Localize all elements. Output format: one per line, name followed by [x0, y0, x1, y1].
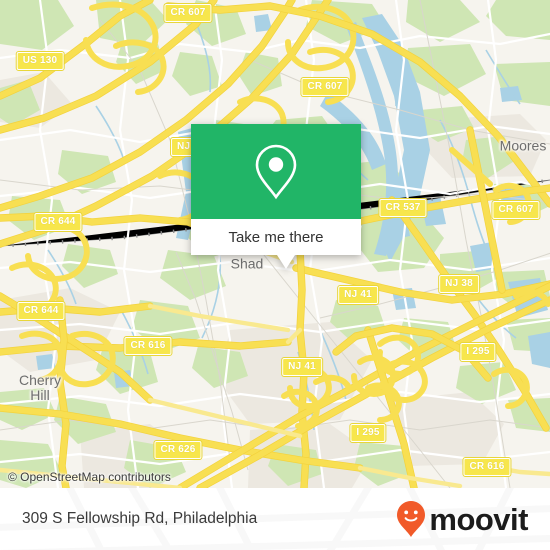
popup-action-label[interactable]: Take me there — [191, 219, 361, 255]
road-shield: US 130 — [15, 51, 65, 71]
road-shield: CR 607 — [491, 200, 541, 220]
road-shield: CR 537 — [378, 198, 428, 218]
osm-attribution[interactable]: © OpenStreetMap contributors — [8, 470, 171, 484]
road-shield: I 295 — [349, 423, 387, 443]
road-shield: NJ 41 — [281, 357, 323, 377]
address-label: 309 S Fellowship Rd, Philadelphia — [22, 510, 258, 527]
map-screenshot: .green{fill:#cfe6b4;stroke:none;} .built… — [0, 0, 550, 550]
road-shield: I 295 — [459, 342, 497, 362]
road-shield: CR 607 — [300, 77, 350, 97]
road-shield: NJ 41 — [337, 285, 379, 305]
road-shield: NJ 38 — [438, 274, 480, 294]
road-shield: CR 644 — [33, 212, 83, 232]
moovit-wordmark: moovit — [429, 501, 528, 537]
road-shield: CR 626 — [153, 440, 203, 460]
road-shield: CR 616 — [462, 457, 512, 477]
take-me-there-popup[interactable]: Take me there — [191, 124, 361, 269]
popup-tail — [277, 255, 295, 269]
road-shield: CR 616 — [123, 336, 173, 356]
popup-icon-area — [191, 124, 361, 219]
moovit-logo[interactable]: moovit — [396, 500, 528, 538]
road-shield: CR 644 — [16, 301, 66, 321]
moovit-pin-icon — [397, 501, 426, 537]
location-pin-icon — [255, 144, 297, 199]
road-shield: CR 607 — [163, 3, 213, 23]
footer-bar: 309 S Fellowship Rd, Philadelphia moovit — [0, 488, 550, 550]
